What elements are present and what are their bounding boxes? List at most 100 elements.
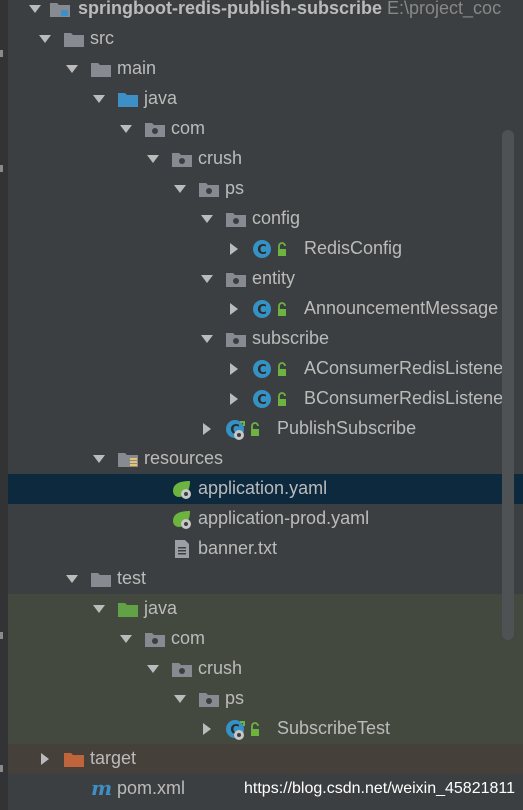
java-source-root-icon: [117, 89, 139, 109]
package-icon: [198, 689, 220, 709]
vertical-scrollbar[interactable]: [502, 130, 514, 640]
tree-row-subscribetest[interactable]: C SubscribeTest: [8, 714, 523, 744]
svg-text:C: C: [257, 243, 267, 258]
tree-item-label: com: [171, 118, 206, 138]
text-file-icon: [171, 539, 193, 559]
tree-item-label: entity: [252, 268, 296, 288]
tree-row-root[interactable]: springboot-redis-publish-subscribe E:\pr…: [8, 0, 523, 24]
collapse-arrow-icon[interactable]: [200, 212, 214, 226]
svg-text:C: C: [257, 303, 267, 318]
collapse-arrow-icon[interactable]: [146, 662, 160, 676]
tree-item-label: pom.xml: [117, 778, 186, 798]
tree-row-main[interactable]: main: [8, 54, 523, 84]
collapse-arrow-icon[interactable]: [200, 332, 214, 346]
tree-row-src[interactable]: src: [8, 24, 523, 54]
collapse-arrow-icon[interactable]: [119, 122, 133, 136]
tree-row-java[interactable]: java: [8, 594, 523, 624]
tree-row-publishsubscribe[interactable]: C PublishSubscribe: [8, 414, 523, 444]
tree-item-label: java: [144, 598, 178, 618]
tree-item-label: AnnouncementMessage: [304, 298, 499, 318]
expand-arrow-icon[interactable]: [200, 422, 214, 436]
tree-item-label: resources: [144, 448, 224, 468]
svg-text:m: m: [91, 779, 112, 799]
package-icon: [171, 659, 193, 679]
resources-folder-icon: [117, 449, 139, 469]
tree-row-config[interactable]: config: [8, 204, 523, 234]
collapse-arrow-icon[interactable]: [65, 572, 79, 586]
collapse-arrow-icon[interactable]: [92, 602, 106, 616]
tool-window-stripe: [0, 0, 8, 810]
expand-arrow-icon[interactable]: [227, 242, 241, 256]
collapse-arrow-icon[interactable]: [38, 32, 52, 46]
tree-row-resources[interactable]: resources: [8, 444, 523, 474]
tree-row-crush[interactable]: crush: [8, 654, 523, 684]
tree-item-label: com: [171, 628, 206, 648]
tree-row-ps[interactable]: ps: [8, 684, 523, 714]
tree-item-label: RedisConfig: [304, 238, 403, 258]
tree-row-application-yaml[interactable]: application.yaml: [8, 474, 523, 504]
expand-arrow-icon[interactable]: [38, 752, 52, 766]
maven-icon: m: [90, 776, 112, 800]
tree-item-label: crush: [198, 148, 243, 168]
tree-row-target[interactable]: target: [8, 744, 523, 774]
class-icon: C: [252, 299, 290, 319]
expand-arrow-icon[interactable]: [28, 2, 42, 16]
tree-row-java[interactable]: java: [8, 84, 523, 114]
tree-item-label: src: [90, 28, 114, 48]
tree-row-redisconfig[interactable]: C RedisConfig: [8, 234, 523, 264]
module-icon: [49, 0, 71, 19]
expand-arrow-icon[interactable]: [227, 392, 241, 406]
excluded-folder-icon: [63, 749, 85, 769]
collapse-arrow-icon[interactable]: [146, 152, 160, 166]
tree-row-com[interactable]: com: [8, 114, 523, 144]
package-icon: [144, 119, 166, 139]
expand-arrow-icon[interactable]: [227, 362, 241, 376]
tree-item-label: banner.txt: [198, 538, 278, 558]
collapse-arrow-icon[interactable]: [92, 452, 106, 466]
test-source-root-icon: [117, 599, 139, 619]
class-icon: C: [252, 239, 290, 259]
tree-item-label: ps: [225, 178, 245, 198]
package-icon: [225, 269, 247, 289]
tree-item-label: SubscribeTest: [277, 718, 391, 738]
folder-icon: [90, 59, 112, 79]
class-icon: C: [252, 359, 290, 379]
tree-item-label: subscribe: [252, 328, 330, 348]
tree-row-announcementmessage[interactable]: C AnnouncementMessage: [8, 294, 523, 324]
collapse-arrow-icon[interactable]: [92, 92, 106, 106]
expand-arrow-icon[interactable]: [227, 302, 241, 316]
collapse-arrow-icon[interactable]: [173, 692, 187, 706]
tree-row-ps[interactable]: ps: [8, 174, 523, 204]
root-label: springboot-redis-publish-subscribe E:\pr…: [78, 0, 502, 18]
project-tree: springboot-redis-publish-subscribe E:\pr…: [0, 0, 523, 810]
spring-boot-class-icon: C: [225, 419, 263, 440]
spring-config-yaml-icon: [171, 479, 193, 499]
tree-row-bconsumerredislistene[interactable]: C BConsumerRedisListene: [8, 384, 523, 414]
svg-text:C: C: [257, 393, 267, 408]
collapse-arrow-icon[interactable]: [173, 182, 187, 196]
watermark-text: https://blog.csdn.net/weixin_45821811: [244, 780, 516, 797]
tree-row-entity[interactable]: entity: [8, 264, 523, 294]
package-icon: [198, 179, 220, 199]
collapse-arrow-icon[interactable]: [65, 62, 79, 76]
tree-row-aconsumerredislistene[interactable]: C AConsumerRedisListene: [8, 354, 523, 384]
tree-row-application-prod-yaml[interactable]: application-prod.yaml: [8, 504, 523, 534]
tree-item-label: main: [117, 58, 157, 78]
folder-icon: [63, 29, 85, 49]
tree-item-label: target: [90, 748, 137, 768]
tree-row-banner-txt[interactable]: banner.txt: [8, 534, 523, 564]
folder-icon: [90, 569, 112, 589]
tree-item-label: AConsumerRedisListene: [304, 358, 504, 378]
collapse-arrow-icon[interactable]: [200, 272, 214, 286]
tree-row-com[interactable]: com: [8, 624, 523, 654]
collapse-arrow-icon[interactable]: [119, 632, 133, 646]
tree-item-label: java: [144, 88, 178, 108]
tree-row-subscribe[interactable]: subscribe: [8, 324, 523, 354]
expand-arrow-icon[interactable]: [200, 722, 214, 736]
tree-row-crush[interactable]: crush: [8, 144, 523, 174]
tree-item-label: ps: [225, 688, 245, 708]
tree-item-label: config: [252, 208, 301, 228]
tree-item-label: application-prod.yaml: [198, 508, 370, 528]
tree-row-test[interactable]: test: [8, 564, 523, 594]
svg-text:C: C: [257, 363, 267, 378]
